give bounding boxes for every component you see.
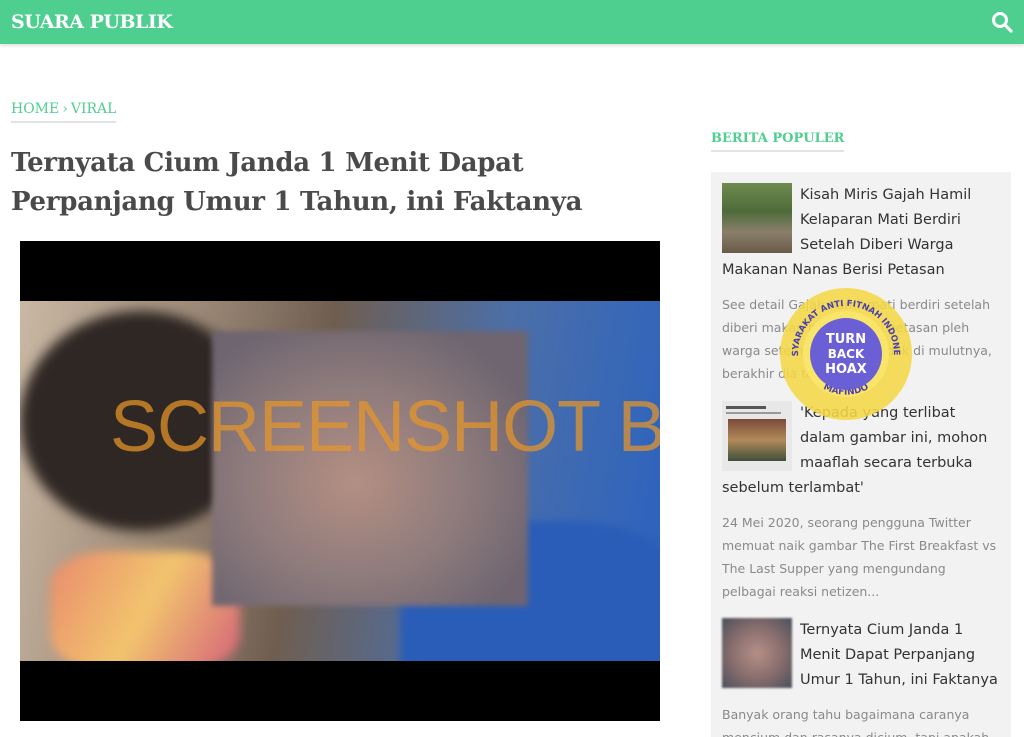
- thumbnail-detail: [726, 412, 781, 414]
- breadcrumb-home-link[interactable]: HOME: [11, 101, 59, 117]
- breadcrumb-separator: ›: [62, 101, 68, 117]
- post-excerpt: Banyak orang tahu bagaimana caranya menc…: [722, 707, 989, 737]
- popular-post-item[interactable]: Ternyata Cium Janda 1 Menit Dapat Perpan…: [711, 607, 1011, 737]
- popular-posts-heading: BERITA POPULER: [711, 131, 845, 152]
- turnbackhoax-badge: MASYARAKAT ANTI FITNAH INDONESIA MAFINDO…: [772, 277, 916, 424]
- badge-back-text: BACK: [828, 347, 865, 361]
- site-brand[interactable]: SUARA PUBLIK: [11, 11, 173, 33]
- top-navbar: SUARA PUBLIK: [0, 0, 1024, 44]
- post-excerpt: 24 Mei 2020, seorang pengguna Twitter me…: [722, 515, 997, 599]
- thumbnail-detail: [728, 419, 786, 461]
- censor-blur: [212, 331, 528, 606]
- post-thumbnail[interactable]: [722, 618, 792, 688]
- screenshot-watermark: SCREENSHOT BY: [110, 387, 660, 467]
- article-video[interactable]: SCREENSHOT BY: [20, 241, 660, 721]
- video-frame: SCREENSHOT BY: [20, 301, 660, 661]
- breadcrumb-category-link[interactable]: VIRAL: [71, 101, 117, 117]
- article-title: Ternyata Cium Janda 1 Menit Dapat Perpan…: [11, 148, 583, 217]
- breadcrumb: HOME › VIRAL: [11, 101, 117, 123]
- search-icon[interactable]: [990, 10, 1014, 34]
- badge-turn-text: TURN: [826, 332, 866, 347]
- thumbnail-detail: [726, 406, 766, 409]
- badge-hoax-text: HOAX: [825, 362, 867, 377]
- post-thumbnail[interactable]: [722, 183, 792, 253]
